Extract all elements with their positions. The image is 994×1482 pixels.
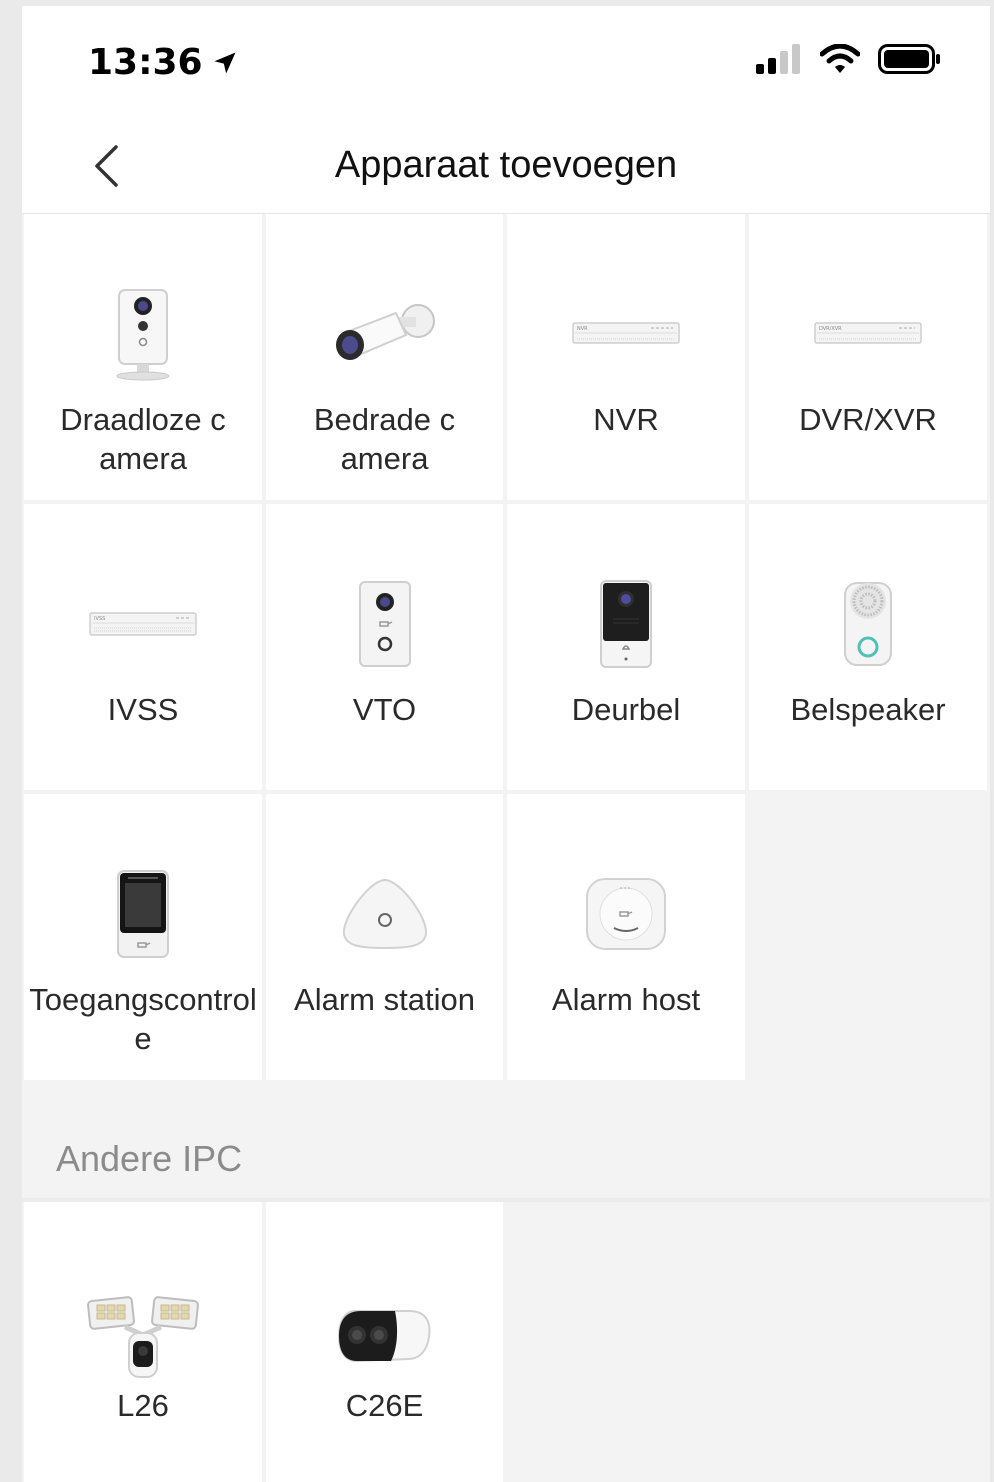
compact-camera-icon [337,1310,430,1363]
svg-text:DVR/XVR: DVR/XVR [819,326,842,332]
device-tile-vto[interactable]: VTO [266,504,503,790]
alarm-host-icon [586,878,666,950]
device-tile-alarm-host[interactable]: Alarm host [507,794,745,1080]
section-header-other-ipc: Andere IPC [22,1084,990,1198]
svg-text:IVSS: IVSS [94,616,105,622]
cellular-signal-icon [756,44,800,74]
nvr-recorder-icon: NVR [572,322,680,344]
device-tile-ivss[interactable]: IVSS IVSS [24,504,262,790]
dvr-recorder-icon: DVR/XVR [814,322,922,344]
device-label: Toegangscontrole [29,982,257,1056]
status-bar: 13:36 [22,6,990,114]
svg-text:NVR: NVR [577,326,588,332]
section-title: Andere IPC [56,1138,243,1179]
location-arrow-icon [214,52,236,73]
access-control-icon [117,870,169,958]
device-tile-l26[interactable]: L26 [24,1202,262,1482]
device-tile-dvr-xvr[interactable]: DVR/XVR DVR/XVR [749,214,987,500]
device-tile-alarm-station[interactable]: Alarm station [266,794,503,1080]
device-label: Draadloze camera [60,402,226,476]
device-label: NVR [593,402,659,437]
app-screen: 13:36 Apparaat toevoegen Draadloze camer… [22,6,990,1482]
page-title: Apparaat toevoegen [334,144,678,186]
floodlight-camera-icon [87,1296,199,1378]
device-grid: Draadloze camera Bedrade camera NVR NVR … [22,214,990,1080]
status-indicators [756,44,942,74]
other-ipc-grid: L26 C26E [22,1202,990,1482]
device-tile-wired-camera[interactable]: Bedrade camera [266,214,503,500]
doorbell-icon [600,580,652,668]
empty-cell [749,794,987,1080]
bullet-camera-icon [335,304,435,360]
device-label: Alarm host [551,982,701,1017]
device-tile-c26e[interactable]: C26E [266,1202,503,1482]
status-time: 13:36 [88,42,239,83]
device-label: IVSS [107,692,179,727]
device-label: Deurbel [571,692,681,727]
chime-speaker-icon [844,582,892,666]
device-label: Bedrade camera [313,402,456,476]
device-tile-wireless-camera[interactable]: Draadloze camera [24,214,262,500]
device-label: L26 [117,1388,169,1423]
device-tile-doorbell[interactable]: Deurbel [507,504,745,790]
device-label: C26E [345,1388,424,1423]
device-label: DVR/XVR [799,402,937,437]
battery-icon [878,44,940,74]
device-tile-chime[interactable]: Belspeaker [749,504,987,790]
device-tile-nvr[interactable]: NVR NVR [507,214,745,500]
nav-bar: Apparaat toevoegen [22,114,990,214]
alarm-station-icon [342,878,427,950]
wifi-icon [820,44,860,73]
wireless-camera-icon [116,289,170,381]
status-time-text: 13:36 [88,42,203,83]
device-label: Belspeaker [790,692,946,727]
device-label: VTO [352,692,417,727]
ivss-recorder-icon: IVSS [89,612,197,636]
device-tile-access-control[interactable]: Toegangscontrole [24,794,262,1080]
vto-intercom-icon [358,581,411,667]
device-label: Alarm station [294,982,475,1017]
